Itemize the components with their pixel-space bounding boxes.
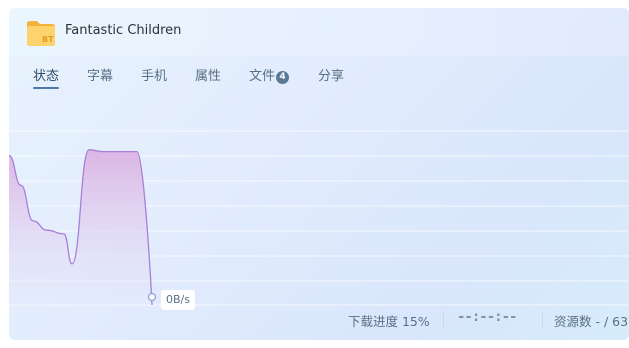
task-detail-panel: BT Fantastic Children 状态 字幕 手机 属性 文件 4 分享 [9,8,629,340]
task-header: BT Fantastic Children [9,8,629,56]
tab-files[interactable]: 文件 4 [249,65,290,84]
status-footer: 下载进度 15% --:--:-- 资源数 - / 63 [9,308,629,334]
tab-subtitles-label: 字幕 [87,69,114,84]
tab-phone-label: 手机 [141,69,168,84]
files-count-badge: 4 [276,71,290,84]
tab-subtitles[interactable]: 字幕 [87,65,113,84]
footer-divider [542,313,543,327]
footer-divider [443,313,444,327]
tab-status[interactable]: 状态 [33,65,60,89]
tab-properties[interactable]: 属性 [195,65,221,84]
source-count: 资源数 - / 63 [554,314,629,329]
tab-properties-label: 属性 [195,69,222,84]
tab-files-label: 文件 [249,69,276,84]
bt-folder-icon: BT [25,16,57,48]
task-title: Fantastic Children [65,23,182,38]
speed-area [9,149,152,305]
current-speed-marker [147,292,157,302]
remaining-time: --:--:-- [457,309,517,325]
active-tab-indicator [33,87,59,89]
tab-phone[interactable]: 手机 [141,65,167,84]
download-progress: 下载进度 15% [348,314,430,329]
tab-share[interactable]: 分享 [318,65,344,84]
tab-share-label: 分享 [318,69,345,84]
current-speed-label: 0B/s [161,290,195,310]
speed-graph [9,130,629,306]
tab-status-label: 状态 [33,69,60,84]
svg-text:BT: BT [42,35,54,44]
